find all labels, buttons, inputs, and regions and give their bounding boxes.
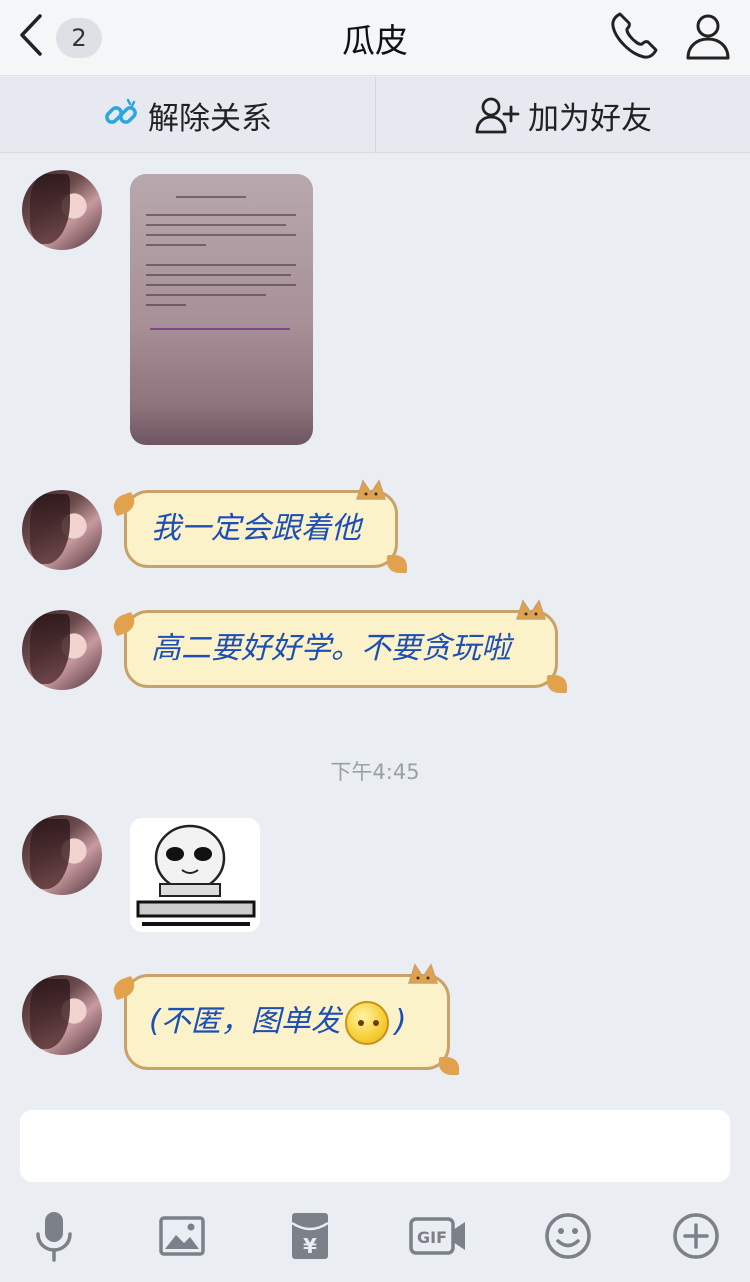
- bubble-cat-tail: [110, 611, 138, 637]
- blushing-face-emoji-icon: [344, 1000, 389, 1045]
- microphone-icon: [36, 1212, 72, 1262]
- voice-call-button[interactable]: [606, 8, 662, 64]
- svg-text:GIF: GIF: [417, 1228, 447, 1247]
- chevron-left-icon: [20, 14, 42, 56]
- sticker-message[interactable]: [130, 818, 260, 932]
- emoji-icon: [545, 1213, 591, 1259]
- svg-text:¥: ¥: [303, 1234, 317, 1258]
- gif-button[interactable]: GIF: [408, 1206, 468, 1266]
- more-button[interactable]: [666, 1206, 726, 1266]
- sender-avatar[interactable]: [22, 975, 102, 1055]
- unread-count-badge: 2: [56, 18, 102, 58]
- red-packet-button[interactable]: ¥: [280, 1206, 340, 1266]
- add-person-icon: [475, 97, 520, 134]
- add-friend-label: 加为好友: [528, 100, 652, 137]
- message-text-suffix: ): [394, 1004, 407, 1039]
- bubble-cat-tail: [110, 491, 138, 517]
- message-text: 我一定会跟着他: [151, 511, 361, 546]
- bubble-cat-paw: [439, 1057, 459, 1075]
- photo-button[interactable]: [152, 1206, 212, 1266]
- sender-avatar[interactable]: [22, 170, 102, 250]
- bubble-cat-tail: [110, 975, 138, 1001]
- sender-avatar[interactable]: [22, 815, 102, 895]
- image-icon: [159, 1216, 205, 1256]
- bubble-cat-paw: [547, 675, 567, 693]
- bubble-cat-paw: [387, 555, 407, 573]
- message-text: 高二要好好学。不要贪玩啦: [151, 631, 511, 666]
- relationship-action-bar: 解除关系 加为好友: [0, 77, 750, 153]
- message-text-prefix: (不匿，图单发: [149, 1004, 341, 1039]
- top-nav-bar: 2 瓜皮: [0, 0, 750, 76]
- panda-meme-sticker: [136, 824, 256, 926]
- handwritten-note-photo: [136, 182, 306, 342]
- sender-avatar[interactable]: [22, 490, 102, 570]
- sender-avatar[interactable]: [22, 610, 102, 690]
- emoji-button[interactable]: [538, 1206, 598, 1266]
- back-button[interactable]: 2: [8, 12, 108, 58]
- message-timestamp: 下午4:45: [330, 760, 420, 784]
- profile-button[interactable]: [680, 8, 736, 64]
- voice-input-button[interactable]: [24, 1206, 84, 1266]
- message-bubble[interactable]: (不匿，图单发): [110, 963, 459, 1075]
- unlink-label: 解除关系: [148, 100, 272, 137]
- plus-icon: [673, 1213, 719, 1259]
- chat-title: 瓜皮: [342, 21, 408, 60]
- red-packet-icon: ¥: [291, 1213, 329, 1259]
- message-text: (不匿，图单发): [149, 977, 406, 1067]
- add-friend-button[interactable]: 加为好友: [376, 77, 750, 153]
- cat-ears-icon: [515, 599, 547, 620]
- unlink-button[interactable]: 解除关系: [0, 77, 374, 153]
- input-toolbar: ¥ GIF: [0, 1196, 750, 1276]
- phone-icon: [611, 12, 658, 59]
- message-bubble[interactable]: 我一定会跟着他: [110, 479, 407, 573]
- broken-link-icon: [105, 98, 137, 124]
- message-bubble[interactable]: 高二要好好学。不要贪玩啦: [110, 599, 567, 693]
- gif-icon: GIF: [409, 1217, 465, 1255]
- cat-ears-icon: [407, 963, 439, 984]
- person-icon: [686, 14, 730, 60]
- image-message[interactable]: [130, 174, 313, 445]
- message-input[interactable]: [20, 1110, 730, 1182]
